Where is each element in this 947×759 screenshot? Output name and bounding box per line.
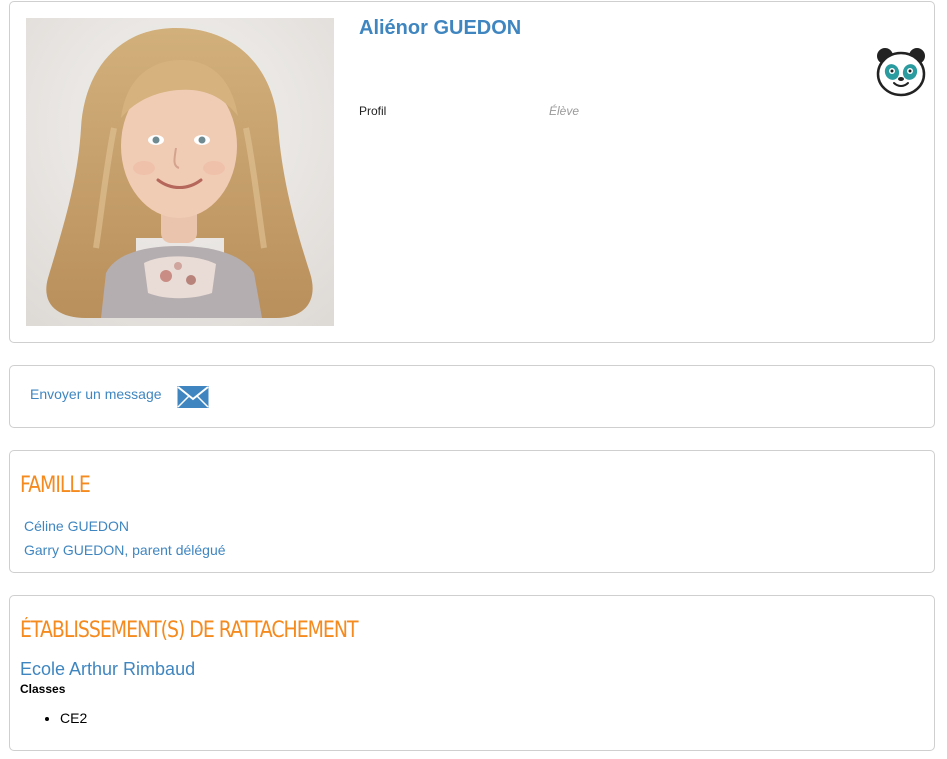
send-message-link[interactable]: Envoyer un message [30, 386, 162, 402]
envelope-icon[interactable] [177, 385, 209, 409]
profile-card: Aliénor GUEDON Profil Élève [9, 1, 935, 343]
schools-title: ÉTABLISSEMENT(S) DE RATTACHEMENT [20, 618, 359, 643]
school-name-link[interactable]: Ecole Arthur Rimbaud [20, 659, 195, 680]
family-card: FAMILLE Céline GUEDON Garry GUEDON, pare… [9, 450, 935, 573]
profile-label: Profil [359, 104, 387, 118]
user-name: Aliénor GUEDON [359, 17, 522, 39]
panda-mascot-icon [875, 46, 927, 98]
profile-photo [26, 18, 334, 326]
class-item: CE2 [60, 710, 87, 727]
class-list: CE2 [20, 710, 87, 727]
family-member-link[interactable]: Céline GUEDON [24, 518, 129, 534]
family-title: FAMILLE [20, 473, 91, 498]
family-member-link[interactable]: Garry GUEDON, parent délégué [24, 542, 226, 558]
classes-label: Classes [20, 682, 66, 696]
message-card: Envoyer un message [9, 365, 935, 428]
profile-value: Élève [549, 104, 580, 118]
school-card: ÉTABLISSEMENT(S) DE RATTACHEMENT Ecole A… [9, 595, 935, 751]
